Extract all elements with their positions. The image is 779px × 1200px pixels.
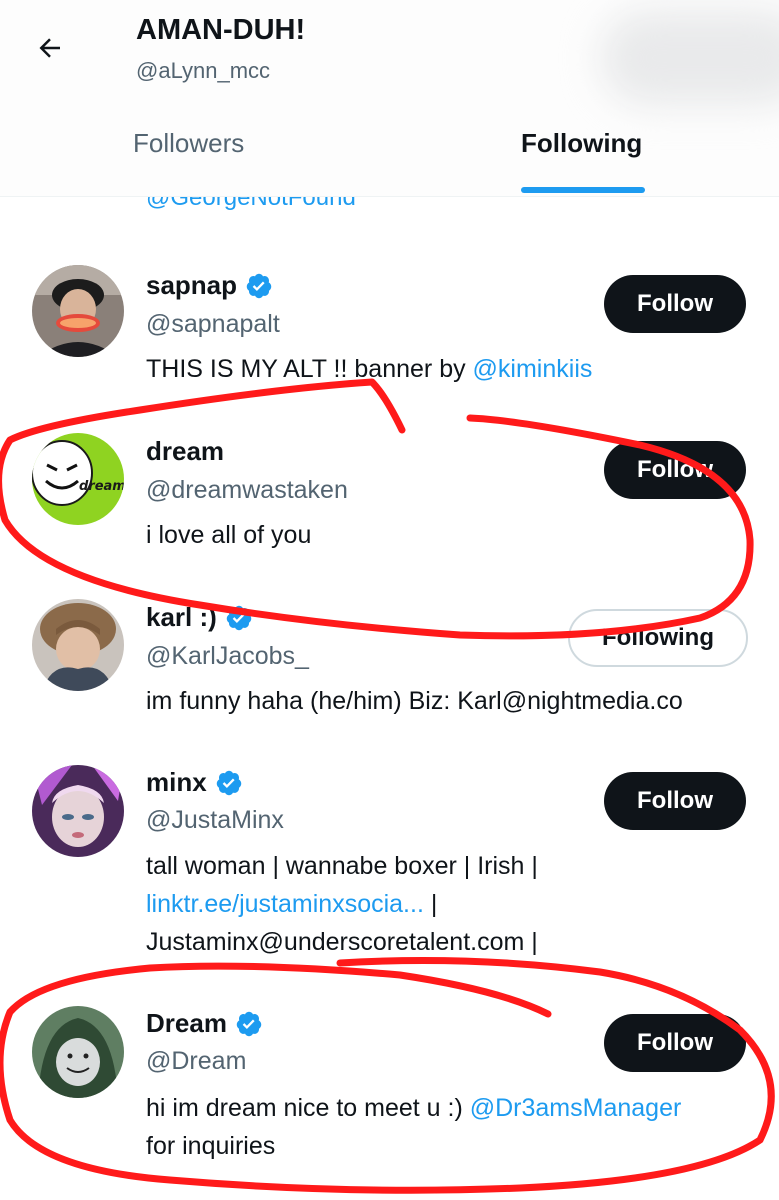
avatar[interactable] xyxy=(32,765,124,857)
tab-followers[interactable]: Followers xyxy=(133,128,244,159)
profile-handle: @aLynn_mcc xyxy=(136,58,271,83)
avatar[interactable] xyxy=(32,265,124,357)
following-button[interactable]: Following xyxy=(568,609,748,667)
bio-link[interactable]: linktr.ee/justaminxsocia... xyxy=(146,890,424,918)
avatar[interactable] xyxy=(32,599,124,691)
bio-line: Justaminx@underscoretalent.com | xyxy=(146,928,538,956)
name-line: minx xyxy=(146,767,243,798)
arrow-left-icon xyxy=(39,38,60,58)
bio-link[interactable]: @Dr3amsManager xyxy=(470,1094,682,1122)
active-tab-indicator xyxy=(521,187,645,193)
back-button[interactable] xyxy=(30,28,70,68)
bio-line: for inquiries xyxy=(146,1132,276,1160)
follow-button[interactable]: Follow xyxy=(604,275,746,333)
bio-text: THIS IS MY ALT !! banner by xyxy=(146,355,473,383)
user-bio: hi im dream nice to meet u :) @Dr3amsMan… xyxy=(146,1089,766,1165)
avatar-text: dream xyxy=(79,479,124,494)
user-handle: @Dream xyxy=(146,1047,247,1075)
user-bio: im funny haha (he/him) Biz: Karl@nightme… xyxy=(146,687,683,715)
bio-line: hi im dream nice to meet u :) @Dr3amsMan… xyxy=(146,1089,766,1127)
page-title: AMAN-DUH! xyxy=(136,14,306,46)
bio-text: | xyxy=(423,890,438,918)
blurred-avatar xyxy=(600,10,779,106)
user-bio: THIS IS MY ALT !! banner by @kiminkiis xyxy=(146,350,756,388)
name-line: karl :) xyxy=(146,602,253,633)
verified-badge-icon xyxy=(216,770,241,795)
avatar[interactable]: dream xyxy=(32,433,124,525)
follow-button[interactable]: Follow xyxy=(604,441,746,499)
user-name[interactable]: Dream xyxy=(146,1008,227,1039)
header: AMAN-DUH! @aLynn_mcc Followers Following xyxy=(0,0,779,197)
user-handle: @sapnapalt xyxy=(146,310,280,338)
bio-line: linktr.ee/justaminxsocia... | xyxy=(146,885,756,923)
verified-badge-icon xyxy=(226,605,252,630)
user-handle: @dreamwastaken xyxy=(146,476,348,504)
name-line: Dream xyxy=(146,1008,263,1039)
name-line: sapnap xyxy=(146,270,273,301)
bio-text: hi im dream nice to meet u :) xyxy=(146,1094,470,1122)
user-handle: @KarlJacobs_ xyxy=(146,642,309,670)
name-line: dream xyxy=(146,436,224,467)
bio-link[interactable]: @kiminkiis xyxy=(473,355,593,383)
verified-badge-icon xyxy=(236,1011,262,1036)
user-bio: tall woman | wannabe boxer | Irish | lin… xyxy=(146,847,756,961)
user-name[interactable]: sapnap xyxy=(146,270,237,301)
user-handle: @JustaMinx xyxy=(146,806,284,834)
tab-following[interactable]: Following xyxy=(521,128,642,159)
user-name[interactable]: dream xyxy=(146,436,224,467)
follow-button[interactable]: Follow xyxy=(604,1014,746,1072)
user-bio: i love all of you xyxy=(146,521,312,549)
avatar[interactable] xyxy=(32,1006,124,1098)
user-name[interactable]: karl :) xyxy=(146,602,217,633)
follow-button[interactable]: Follow xyxy=(604,772,746,830)
verified-badge-icon xyxy=(246,273,272,298)
user-name[interactable]: minx xyxy=(146,767,207,798)
bio-line: tall woman | wannabe boxer | Irish | xyxy=(146,852,538,880)
